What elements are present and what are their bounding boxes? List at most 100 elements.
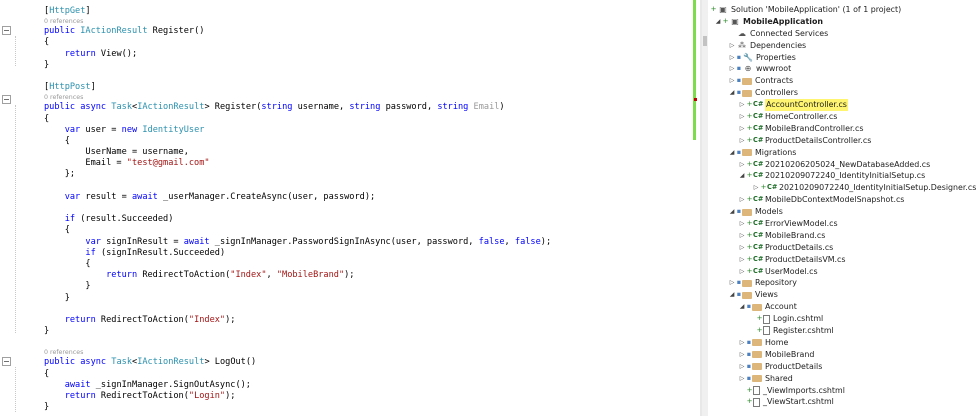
code-line: } bbox=[44, 281, 91, 292]
tree-label: Shared bbox=[765, 373, 793, 383]
tree-label: AccountController.cs bbox=[765, 99, 848, 112]
tree-label: Account bbox=[765, 302, 797, 312]
git-added-icon: + bbox=[746, 159, 753, 168]
globe-icon: ⊕ bbox=[744, 64, 752, 74]
tree-item-model-file[interactable]: ▷ + C# ProductDetailsVM.cs bbox=[710, 254, 976, 266]
tree-label: Solution 'MobileApplication' (1 of 1 pro… bbox=[731, 5, 902, 14]
tree-item-viewstart[interactable]: + _ViewStart.cshtml bbox=[710, 396, 976, 408]
collapsed-arrow-icon: ▷ bbox=[739, 124, 745, 132]
code-line: } bbox=[44, 292, 70, 303]
collapse-toggle[interactable] bbox=[2, 95, 11, 104]
tree-item-shared-folder[interactable]: ▷ ▪ Shared bbox=[710, 373, 976, 385]
solution-explorer[interactable]: + ▣ Solution 'MobileApplication' (1 of 1 p… bbox=[702, 0, 977, 416]
collapsed-arrow-icon: ▷ bbox=[739, 374, 745, 382]
tree-item-model-file[interactable]: ▷ + C# UserModel.cs bbox=[710, 266, 976, 278]
collapsed-arrow-icon: ▷ bbox=[729, 41, 735, 49]
editor-gutter bbox=[0, 0, 30, 416]
tree-item-models[interactable]: ◢ ▪ Models bbox=[710, 206, 976, 218]
tree-label: MobileBrand.cs bbox=[765, 230, 826, 240]
file-icon bbox=[763, 314, 770, 324]
tree-item-mobilebrand-folder[interactable]: ▷ ▪ MobileBrand bbox=[710, 349, 976, 361]
csharp-file-icon: C# bbox=[753, 135, 764, 144]
tree-item-account-controller[interactable]: ▷ + C# AccountController.cs bbox=[710, 99, 976, 112]
git-added-icon: + bbox=[710, 5, 717, 13]
code-line: { bbox=[44, 37, 50, 48]
collapse-toggle[interactable] bbox=[2, 26, 11, 35]
folder-icon bbox=[742, 208, 752, 216]
tree-item-contracts[interactable]: ▷ ▪ Contracts bbox=[710, 75, 976, 87]
codelens-references[interactable]: 0 references bbox=[44, 17, 551, 26]
scrollbar-thumb[interactable] bbox=[703, 36, 707, 46]
tree-label: Dependencies bbox=[750, 40, 807, 50]
solution-tree: + ▣ Solution 'MobileApplication' (1 of 1 p… bbox=[710, 4, 976, 408]
git-added-icon: + bbox=[746, 230, 753, 239]
tree-item-repository[interactable]: ▷ ▪ Repository bbox=[710, 277, 976, 289]
tree-item-migration-designer[interactable]: ▷ + C# 20210209072240_IdentityInitialSetup.… bbox=[710, 182, 977, 194]
tree-item-project[interactable]: ◢ + ▣ MobileApplication bbox=[710, 16, 976, 28]
tree-label: ErrorViewModel.cs bbox=[765, 219, 838, 229]
tree-item-productdetails-controller[interactable]: ▷ + C# ProductDetailsController.cs bbox=[710, 135, 976, 147]
tree-item-migration-file[interactable]: ◢ + C# 20210209072240_IdentityInitialSetup.… bbox=[710, 170, 976, 182]
tree-item-login-view[interactable]: + Login.cshtml bbox=[710, 313, 976, 325]
codelens-references[interactable]: 0 references bbox=[44, 348, 551, 357]
git-added-icon: + bbox=[760, 183, 767, 192]
tree-item-model-file[interactable]: ▷ + C# MobileBrand.cs bbox=[710, 230, 976, 242]
code-editor[interactable]: [HttpGet] 0 references public IActionRes… bbox=[0, 0, 700, 416]
project-icon: ▣ bbox=[731, 16, 739, 26]
collapsed-arrow-icon: ▷ bbox=[729, 279, 735, 287]
wrench-icon: 🔧 bbox=[743, 52, 753, 62]
code-line: var result = await _userManager.CreateAs… bbox=[64, 191, 376, 202]
expanded-arrow-icon: ◢ bbox=[715, 17, 721, 25]
code-line: public async Task<IActionResult> Registe… bbox=[44, 102, 505, 113]
tree-item-account-folder[interactable]: ◢ ▪ Account bbox=[710, 301, 976, 313]
codelens-references[interactable]: 0 references bbox=[44, 93, 551, 102]
expanded-arrow-icon: ◢ bbox=[729, 89, 735, 97]
tree-item-viewimports[interactable]: + _ViewImports.cshtml bbox=[710, 385, 976, 397]
collapsed-arrow-icon: ▷ bbox=[739, 350, 745, 358]
git-added-icon: + bbox=[756, 326, 763, 335]
tree-label: Login.cshtml bbox=[773, 314, 824, 324]
tree-label: ProductDetails.cs bbox=[765, 242, 834, 252]
tree-item-migration-file[interactable]: ▷ + C# 20210206205024_NewDatabaseAdded.cs bbox=[710, 159, 976, 171]
tree-item-connected-services[interactable]: ☁ Connected Services bbox=[710, 28, 976, 40]
collapsed-arrow-icon: ▷ bbox=[739, 196, 745, 204]
code-line: public async Task<IActionResult> LogOut(… bbox=[44, 357, 257, 368]
code-line: } bbox=[44, 326, 50, 337]
tree-label: Home bbox=[765, 337, 789, 347]
tree-label: Contracts bbox=[755, 76, 794, 86]
collapse-toggle[interactable] bbox=[2, 357, 11, 366]
code-line: { bbox=[44, 113, 50, 124]
collapsed-arrow-icon: ▷ bbox=[739, 362, 745, 370]
csharp-file-icon: C# bbox=[753, 219, 764, 228]
outline-guide bbox=[15, 36, 17, 66]
tree-item-migrations[interactable]: ◢ ▪ Migrations bbox=[710, 147, 976, 159]
code-content[interactable]: [HttpGet] 0 references public IActionRes… bbox=[44, 6, 551, 413]
tree-item-snapshot[interactable]: ▷ + C# MobileDbContextModelSnapshot.cs bbox=[710, 194, 976, 206]
tree-item-model-file[interactable]: ▷ + C# ProductDetails.cs bbox=[710, 242, 976, 254]
tree-label: Models bbox=[755, 207, 783, 217]
tree-item-mobilebrand-controller[interactable]: ▷ + C# MobileBrandController.cs bbox=[710, 123, 976, 135]
change-margin-indicator bbox=[693, 0, 696, 140]
tree-item-properties[interactable]: ▷ ▪ 🔧 Properties bbox=[710, 52, 976, 64]
tree-item-productdetails-folder[interactable]: ▷ ▪ ProductDetails bbox=[710, 361, 976, 373]
expanded-arrow-icon: ◢ bbox=[739, 172, 745, 180]
tree-item-views[interactable]: ◢ ▪ Views bbox=[710, 289, 976, 301]
tree-label: Migrations bbox=[755, 147, 797, 157]
tree-item-controllers[interactable]: ◢ ▪ Controllers bbox=[710, 87, 976, 99]
tree-item-home-folder[interactable]: ▷ ▪ Home bbox=[710, 337, 976, 349]
tree-item-home-controller[interactable]: ▷ + C# HomeController.cs bbox=[710, 111, 976, 123]
collapsed-arrow-icon: ▷ bbox=[729, 53, 735, 61]
scrollbar[interactable] bbox=[702, 0, 708, 416]
tree-item-wwwroot[interactable]: ▷ ▪ ⊕ wwwroot bbox=[710, 63, 976, 75]
tree-item-dependencies[interactable]: ▷ ⁂ Dependencies bbox=[710, 40, 976, 52]
tree-item-solution[interactable]: + ▣ Solution 'MobileApplication' (1 of 1 p… bbox=[710, 4, 976, 16]
code-line: return RedirectToAction("Login"); bbox=[64, 391, 236, 401]
code-line: await _signInManager.SignOutAsync(); bbox=[64, 379, 251, 390]
tree-item-register-view[interactable]: + Register.cshtml bbox=[710, 325, 976, 337]
tree-label: MobileApplication bbox=[743, 16, 824, 26]
tree-item-model-file[interactable]: ▷ + C# ErrorViewModel.cs bbox=[710, 218, 976, 230]
git-added-icon: + bbox=[746, 242, 753, 251]
